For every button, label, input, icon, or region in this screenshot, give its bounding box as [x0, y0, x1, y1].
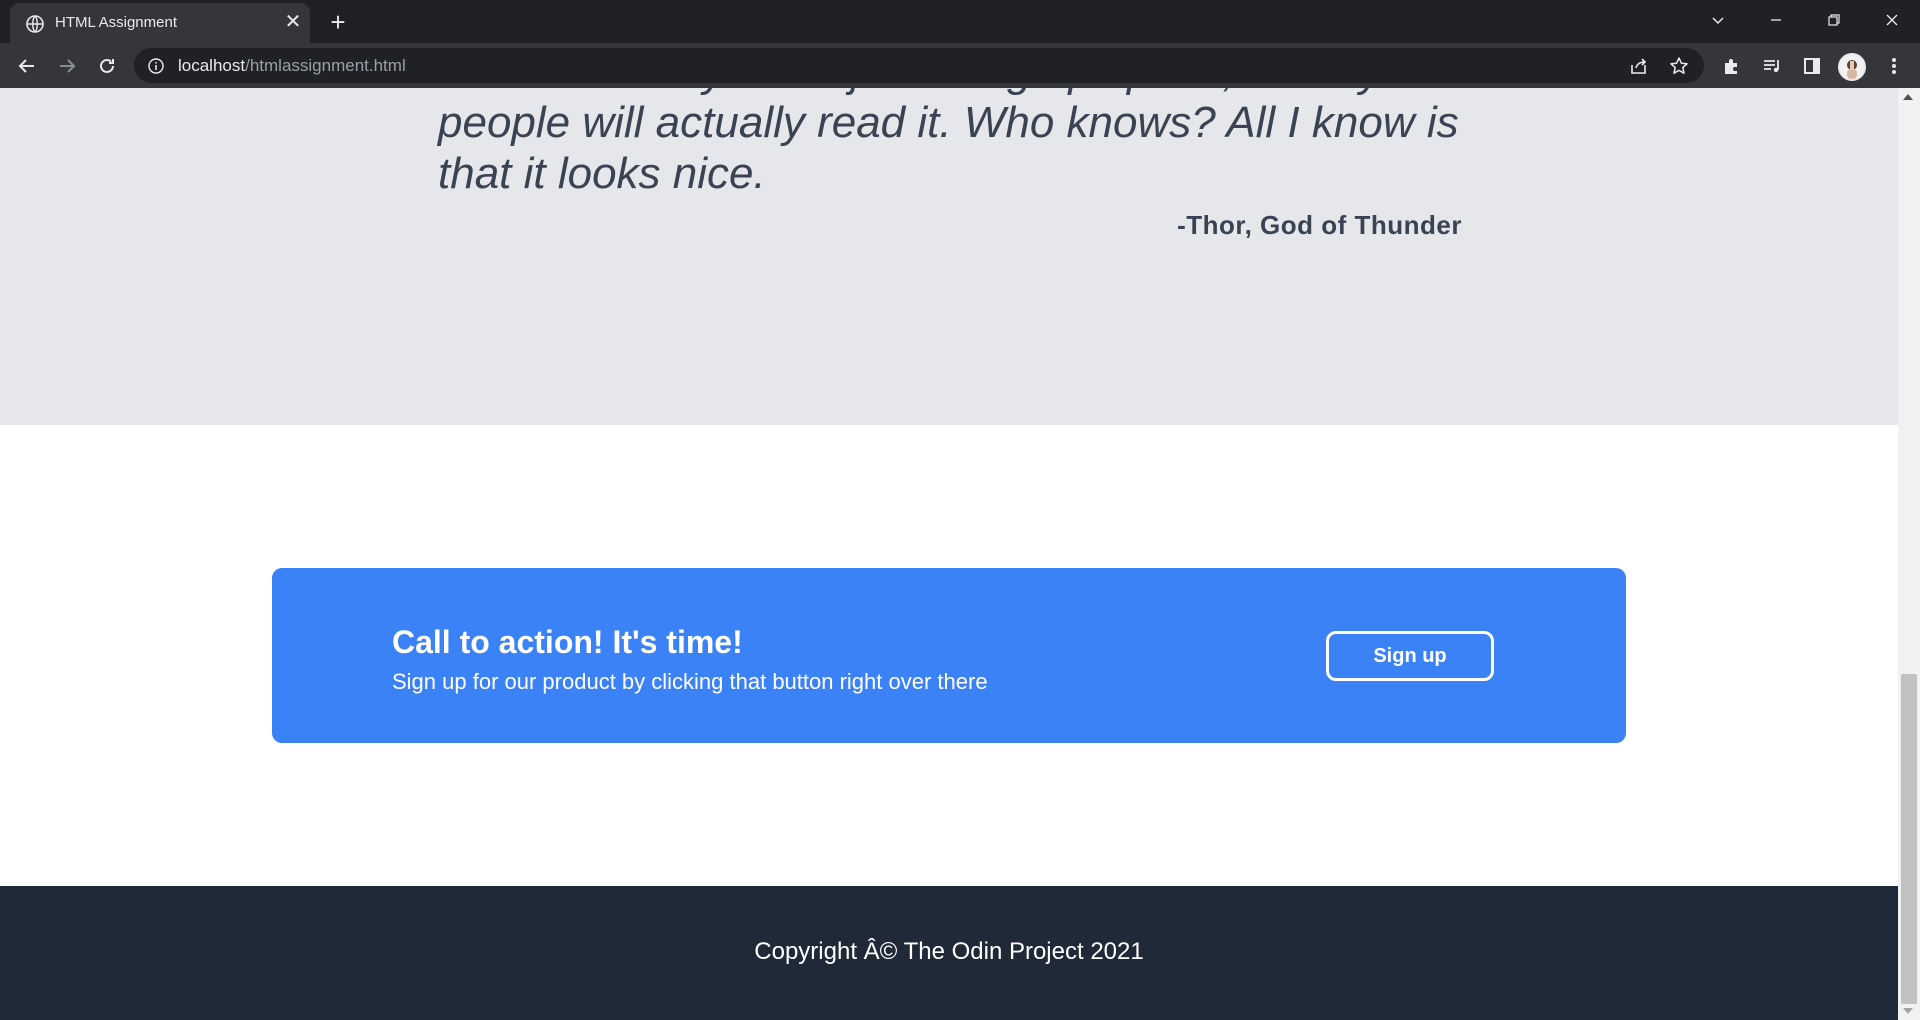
- cta-subtext: Sign up for our product by clicking that…: [392, 669, 988, 694]
- scroll-down-arrow-icon[interactable]: [1903, 1008, 1913, 1014]
- share-icon[interactable]: [1628, 55, 1650, 77]
- globe-icon: [26, 15, 44, 33]
- tab-title: HTML Assignment: [55, 14, 177, 31]
- browser-tab[interactable]: HTML Assignment ✕: [10, 3, 310, 43]
- bookmark-star-icon[interactable]: [1668, 55, 1690, 77]
- scrollbar-thumb[interactable]: [1901, 674, 1917, 1004]
- new-tab-button[interactable]: +: [324, 8, 352, 36]
- site-info-icon[interactable]: [148, 58, 164, 74]
- quote-text: customer. Maybe it's just filling up spa…: [438, 88, 1459, 198]
- extensions-puzzle-icon[interactable]: [1720, 54, 1744, 78]
- url-text[interactable]: localhost/htmlassignment.html: [178, 56, 406, 76]
- tab-close-icon[interactable]: ✕: [282, 11, 304, 33]
- close-window-icon[interactable]: [1864, 0, 1920, 40]
- sign-up-button[interactable]: Sign up: [1326, 631, 1494, 681]
- quote-author: -Thor, God of Thunder: [1177, 210, 1462, 240]
- media-queue-icon[interactable]: [1760, 54, 1784, 78]
- browser-tab-bar: HTML Assignment ✕ +: [0, 0, 1920, 43]
- address-bar[interactable]: localhost/htmlassignment.html: [134, 48, 1704, 83]
- forward-arrow-icon[interactable]: [52, 51, 82, 81]
- url-host: localhost: [178, 56, 246, 75]
- side-panel-icon[interactable]: [1800, 54, 1824, 78]
- vertical-scrollbar[interactable]: [1898, 88, 1920, 1020]
- minimize-icon[interactable]: [1748, 0, 1804, 40]
- scroll-up-arrow-icon[interactable]: [1903, 94, 1913, 100]
- reload-icon[interactable]: [92, 51, 122, 81]
- browser-toolbar: localhost/htmlassignment.html: [0, 43, 1920, 88]
- restore-icon[interactable]: [1806, 0, 1862, 40]
- cta-heading: Call to action! It's time!: [392, 624, 743, 660]
- back-arrow-icon[interactable]: [12, 51, 42, 81]
- profile-avatar[interactable]: [1838, 53, 1866, 81]
- url-path: /htmlassignment.html: [245, 56, 406, 75]
- quote-section: customer. Maybe it's just filling up spa…: [0, 88, 1898, 425]
- page-footer: Copyright Â© The Odin Project 2021: [0, 886, 1898, 1020]
- kebab-menu-icon[interactable]: [1882, 54, 1906, 78]
- footer-copyright: Copyright Â© The Odin Project 2021: [754, 938, 1144, 965]
- tab-search-icon[interactable]: [1690, 0, 1746, 40]
- call-to-action-box: Call to action! It's time! Sign up for o…: [272, 568, 1626, 743]
- page-viewport: customer. Maybe it's just filling up spa…: [0, 88, 1898, 1020]
